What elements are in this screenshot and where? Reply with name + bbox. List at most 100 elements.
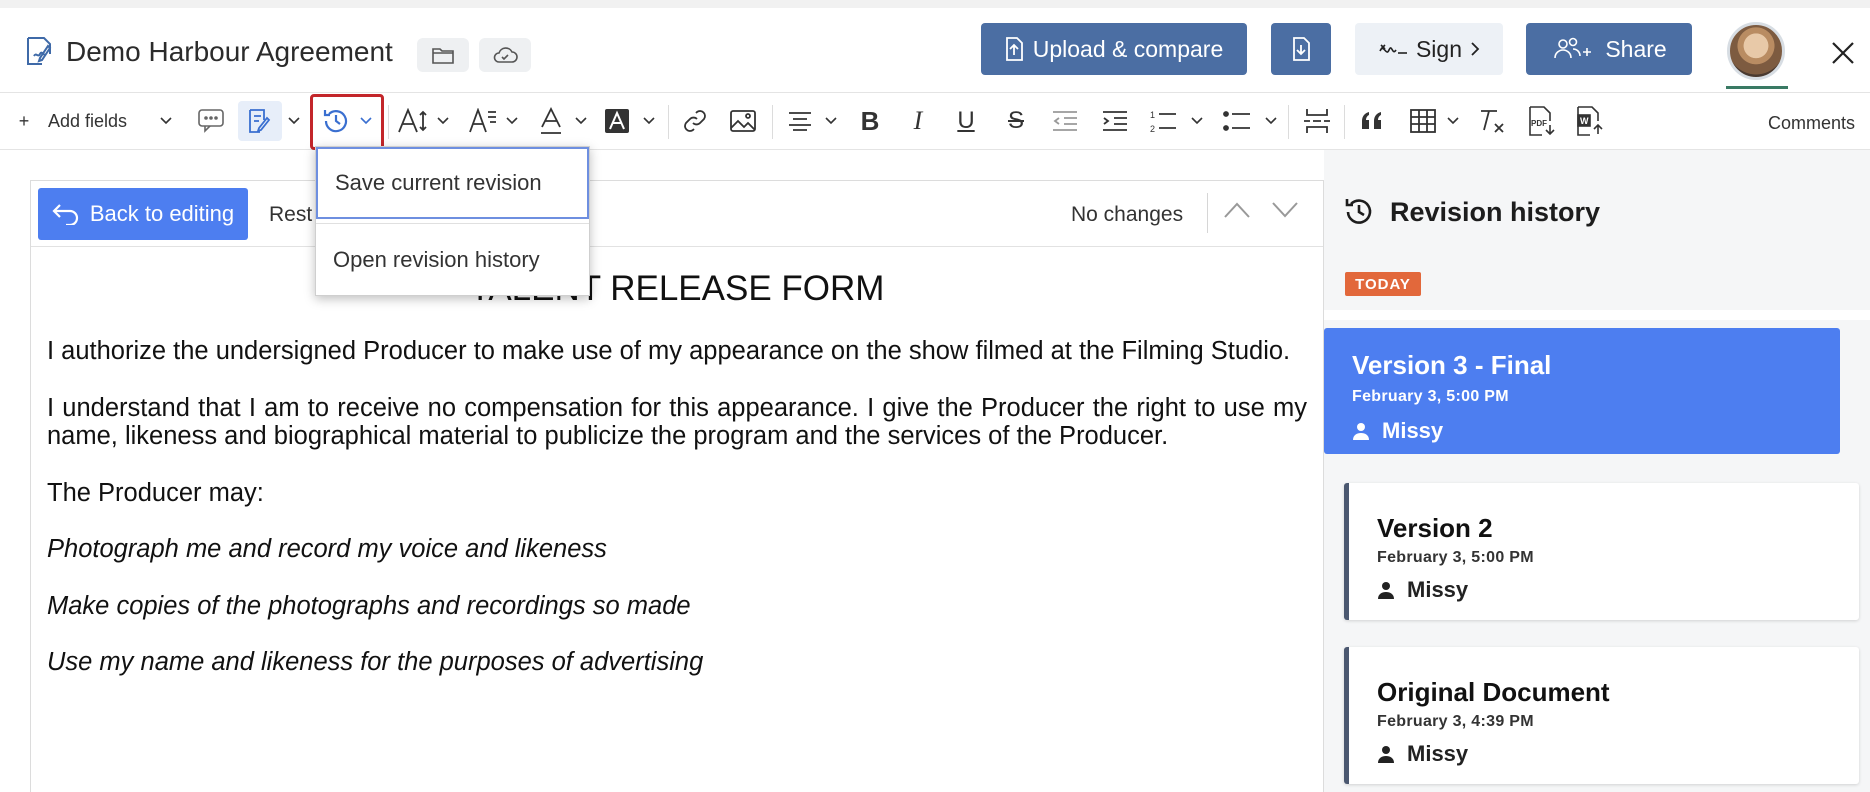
cloud-save-button[interactable] [479, 38, 531, 72]
user-icon [1353, 423, 1369, 440]
chevron-down-icon[interactable] [156, 101, 176, 141]
panel-header: Revision history [1342, 195, 1600, 229]
clear-formatting-icon[interactable] [1476, 101, 1508, 141]
open-revision-history-item[interactable]: Open revision history [316, 223, 589, 295]
chevron-down-icon[interactable] [284, 101, 304, 141]
version-date: February 3, 5:00 PM [1377, 549, 1534, 566]
document-paragraph: The Producer may: [47, 478, 264, 507]
undo-arrow-icon [52, 204, 78, 225]
version-date: February 3, 4:39 PM [1377, 713, 1534, 730]
font-size-icon[interactable] [396, 101, 430, 141]
version-card-original[interactable]: Original Document February 3, 4:39 PM Mi… [1344, 647, 1859, 784]
comment-icon[interactable] [196, 101, 226, 141]
close-icon[interactable] [1828, 38, 1858, 68]
version-author-name: Missy [1407, 741, 1469, 766]
today-badge: TODAY [1345, 272, 1421, 296]
svg-text:PDF: PDF [1531, 119, 1547, 128]
bullet-list-icon[interactable] [1222, 101, 1252, 141]
align-center-icon[interactable] [786, 101, 814, 141]
changes-status: No changes [1071, 203, 1184, 226]
share-button[interactable]: Share [1526, 23, 1692, 75]
next-change-icon[interactable] [1271, 201, 1299, 219]
chevron-down-icon[interactable] [1188, 101, 1206, 141]
previous-change-icon[interactable] [1223, 201, 1251, 219]
document-list-item: Make copies of the photographs and recor… [47, 591, 691, 620]
back-to-editing-label: Back to editing [89, 201, 235, 226]
chevron-down-icon[interactable] [434, 101, 452, 141]
document-paragraph: I understand that I am to receive no com… [47, 393, 1307, 451]
outdent-icon[interactable] [1050, 101, 1080, 141]
version-author: Missy [1377, 577, 1468, 603]
version-date: February 3, 5:00 PM [1352, 388, 1509, 405]
document-title[interactable]: Demo Harbour Agreement [66, 36, 393, 68]
version-card-3[interactable]: Version 3 - Final February 3, 5:00 PM Mi… [1324, 328, 1840, 454]
export-pdf-icon[interactable]: PDF [1524, 101, 1558, 141]
strikethrough-icon[interactable]: S [1002, 101, 1030, 141]
indent-icon[interactable] [1100, 101, 1130, 141]
share-label: Share [1605, 35, 1667, 62]
blockquote-icon[interactable] [1358, 101, 1388, 141]
folder-button[interactable] [417, 38, 469, 72]
add-fields-button[interactable]: Add fields [48, 101, 138, 141]
folder-icon [432, 48, 454, 64]
chevron-down-icon[interactable] [822, 101, 840, 141]
table-icon[interactable] [1408, 101, 1438, 141]
version-author: Missy [1377, 741, 1468, 767]
chevron-down-icon[interactable] [1262, 101, 1280, 141]
add-fields-label: Add fields [48, 110, 128, 131]
sign-button[interactable]: Sign [1355, 23, 1503, 75]
chevron-down-icon[interactable] [640, 101, 658, 141]
toolbar-separator [668, 105, 669, 139]
back-to-editing-button[interactable]: Back to editing [38, 188, 248, 240]
editor-toolbar: + Add fields B I U S 1 2 PDF W Comments [0, 92, 1870, 150]
svg-text:1: 1 [1150, 110, 1155, 120]
document-frame: Back to editing Rest No changes TALENT R… [30, 180, 1324, 792]
cloud-icon [493, 47, 518, 63]
track-changes-icon[interactable] [238, 101, 282, 141]
bar-separator [1207, 193, 1208, 233]
document-body[interactable]: TALENT RELEASE FORM I authorize the unde… [47, 269, 1307, 705]
save-current-revision-item[interactable]: Save current revision [316, 147, 589, 219]
page-break-icon[interactable] [1302, 101, 1332, 141]
chevron-down-icon[interactable] [1444, 101, 1462, 141]
comments-toggle[interactable]: Comments [1768, 113, 1855, 134]
version-author-name: Missy [1407, 577, 1469, 602]
user-avatar[interactable] [1727, 22, 1785, 80]
document-list-item: Photograph me and record my voice and li… [47, 535, 607, 563]
toolbar-separator [1344, 105, 1345, 139]
document-heading: TALENT RELEASE FORM [469, 269, 885, 308]
highlight-color-icon[interactable] [602, 101, 632, 141]
user-icon [1378, 582, 1394, 599]
font-family-icon[interactable] [466, 101, 500, 141]
history-icon [1345, 199, 1372, 224]
chevron-right-icon [1471, 42, 1480, 56]
export-word-icon[interactable]: W [1572, 101, 1606, 141]
version-title: Original Document [1377, 677, 1610, 707]
version-author: Missy [1352, 418, 1443, 444]
toolbar-separator [1288, 105, 1289, 139]
upload-compare-button[interactable]: Upload & compare [981, 23, 1247, 75]
underline-icon[interactable]: U [952, 101, 980, 141]
numbered-list-icon[interactable]: 12 [1148, 101, 1178, 141]
restore-button[interactable]: Rest [269, 203, 312, 227]
download-button[interactable] [1271, 23, 1331, 75]
version-card-2[interactable]: Version 2 February 3, 5:00 PM Missy [1344, 483, 1859, 620]
add-icon[interactable]: + [14, 101, 34, 141]
version-title: Version 3 - Final [1352, 350, 1552, 380]
bold-icon[interactable]: B [856, 101, 884, 141]
version-author-name: Missy [1382, 418, 1444, 443]
document-list-item: Use my name and likeness for the purpose… [47, 648, 704, 676]
image-icon[interactable] [728, 101, 758, 141]
svg-text:W: W [1580, 116, 1589, 126]
add-users-icon [1554, 37, 1592, 59]
sign-label: Sign [1415, 35, 1463, 62]
link-icon[interactable] [680, 101, 710, 141]
document-paragraph: I authorize the undersigned Producer to … [47, 337, 1291, 365]
chevron-down-icon[interactable] [503, 101, 521, 141]
edit-document-icon [27, 37, 52, 65]
chevron-down-icon[interactable] [572, 101, 590, 141]
revision-bar: Back to editing Rest No changes [31, 181, 1323, 247]
font-color-icon[interactable] [536, 101, 566, 141]
download-icon [1293, 37, 1310, 61]
italic-icon[interactable]: I [904, 101, 932, 141]
